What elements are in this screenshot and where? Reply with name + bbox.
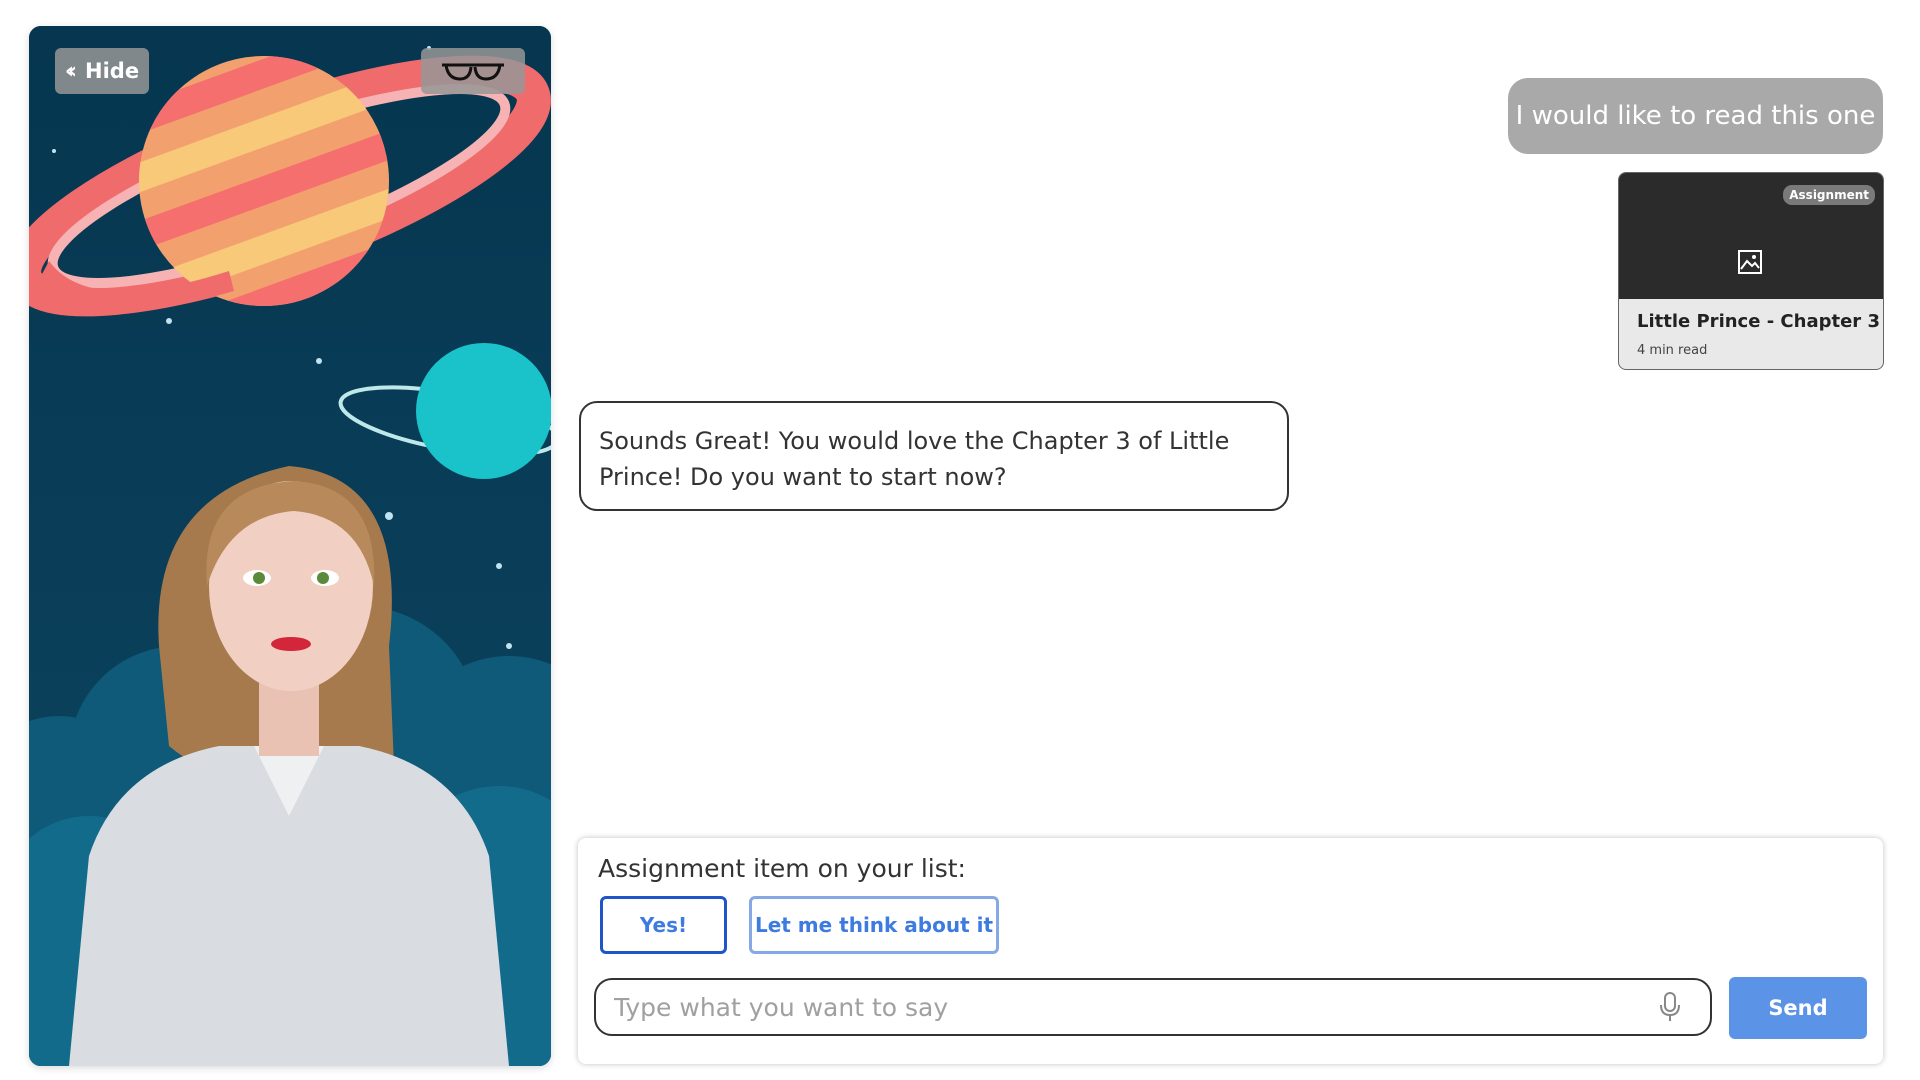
hide-label: Hide bbox=[85, 59, 140, 83]
microphone-icon[interactable] bbox=[1658, 991, 1682, 1023]
chevrons-left-icon: ‹‹ bbox=[64, 58, 77, 84]
user-message-bubble: I would like to read this one bbox=[1508, 78, 1883, 154]
hide-button[interactable]: ‹‹ Hide bbox=[55, 48, 149, 94]
assignment-card[interactable]: Assignment Little Prince - Chapter 3 4 m… bbox=[1618, 172, 1884, 370]
image-placeholder-icon bbox=[1738, 250, 1762, 274]
message-input[interactable] bbox=[594, 978, 1712, 1036]
suggestion-prompt: Assignment item on your list: bbox=[598, 854, 966, 883]
send-button[interactable]: Send bbox=[1729, 977, 1867, 1039]
option-yes-button[interactable]: Yes! bbox=[600, 896, 727, 954]
avatar-panel: ‹‹ Hide bbox=[29, 26, 551, 1066]
bot-message-bubble: Sounds Great! You would love the Chapter… bbox=[579, 401, 1289, 511]
card-thumbnail: Assignment bbox=[1619, 173, 1883, 299]
glasses-button[interactable] bbox=[421, 48, 525, 94]
user-message-text: I would like to read this one bbox=[1515, 101, 1876, 131]
card-title: Little Prince - Chapter 3 bbox=[1637, 311, 1880, 332]
option-think-button[interactable]: Let me think about it bbox=[749, 896, 999, 954]
glasses-icon bbox=[442, 63, 504, 81]
bot-message-text: Sounds Great! You would love the Chapter… bbox=[599, 427, 1230, 491]
space-avatar-scene bbox=[29, 26, 551, 1066]
assignment-badge: Assignment bbox=[1783, 185, 1875, 205]
composer-panel: Assignment item on your list: Yes! Let m… bbox=[578, 838, 1883, 1064]
card-read-time: 4 min read bbox=[1637, 343, 1708, 358]
